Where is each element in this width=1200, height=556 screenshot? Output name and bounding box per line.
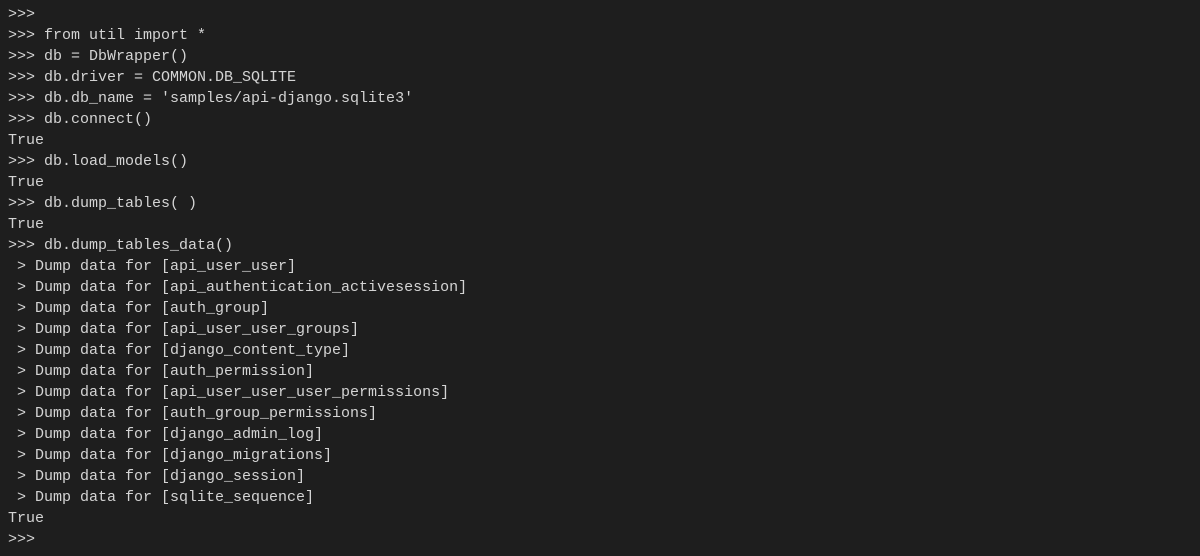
terminal-line: True [8, 172, 1192, 193]
terminal-line: >>> [8, 529, 1192, 550]
terminal-line: > Dump data for [api_user_user_groups] [8, 319, 1192, 340]
terminal-line: > Dump data for [api_user_user_user_perm… [8, 382, 1192, 403]
terminal-line: > Dump data for [django_session] [8, 466, 1192, 487]
terminal-line: > Dump data for [api_user_user] [8, 256, 1192, 277]
terminal-line: >>> [8, 4, 1192, 25]
terminal-line: True [8, 130, 1192, 151]
terminal-output[interactable]: >>> >>> from util import * >>> db = DbWr… [8, 4, 1192, 550]
terminal-line: True [8, 214, 1192, 235]
terminal-line: >>> db.dump_tables( ) [8, 193, 1192, 214]
terminal-line: >>> db.driver = COMMON.DB_SQLITE [8, 67, 1192, 88]
terminal-line: > Dump data for [auth_group] [8, 298, 1192, 319]
terminal-line: > Dump data for [django_admin_log] [8, 424, 1192, 445]
terminal-line: > Dump data for [django_content_type] [8, 340, 1192, 361]
terminal-line: > Dump data for [sqlite_sequence] [8, 487, 1192, 508]
terminal-line: >>> db.dump_tables_data() [8, 235, 1192, 256]
terminal-line: >>> db.load_models() [8, 151, 1192, 172]
terminal-line: True [8, 508, 1192, 529]
terminal-line: > Dump data for [django_migrations] [8, 445, 1192, 466]
terminal-line: >>> db.connect() [8, 109, 1192, 130]
terminal-line: > Dump data for [api_authentication_acti… [8, 277, 1192, 298]
terminal-line: >>> db = DbWrapper() [8, 46, 1192, 67]
terminal-line: > Dump data for [auth_group_permissions] [8, 403, 1192, 424]
terminal-line: >>> db.db_name = 'samples/api-django.sql… [8, 88, 1192, 109]
terminal-line: >>> from util import * [8, 25, 1192, 46]
terminal-line: > Dump data for [auth_permission] [8, 361, 1192, 382]
